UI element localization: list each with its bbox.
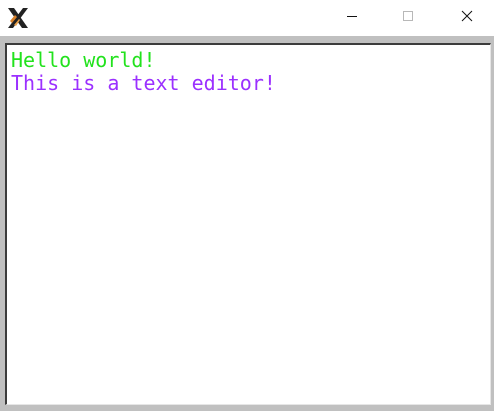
- editor-line[interactable]: Hello world!: [11, 49, 490, 72]
- minimize-button[interactable]: [329, 0, 375, 36]
- title-bar[interactable]: [0, 0, 494, 36]
- x-logo-icon: [6, 6, 30, 30]
- maximize-icon: [402, 9, 414, 27]
- close-icon: [461, 9, 473, 27]
- text-editor-area[interactable]: Hello world! This is a text editor!: [5, 43, 491, 405]
- minimize-icon: [346, 9, 358, 27]
- close-button[interactable]: [444, 0, 490, 36]
- editor-window: Hello world! This is a text editor!: [0, 0, 494, 411]
- editor-line[interactable]: This is a text editor!: [11, 72, 490, 95]
- maximize-button[interactable]: [385, 0, 431, 36]
